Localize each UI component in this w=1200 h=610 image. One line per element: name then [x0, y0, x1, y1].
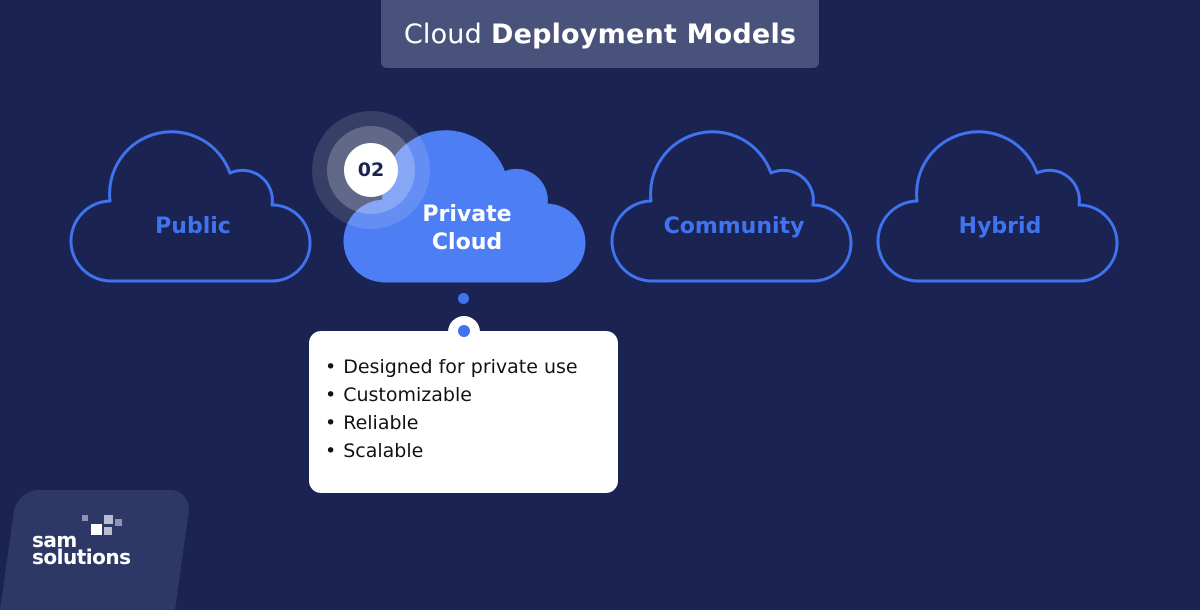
cloud-community-label: Community	[663, 214, 805, 239]
details-item: Reliable	[325, 409, 578, 437]
title-bold: Deployment Models	[490, 18, 797, 50]
cloud-outline-icon	[876, 130, 1119, 283]
details-item: Designed for private use	[325, 353, 577, 381]
cloud-private-label-line2: Cloud	[431, 230, 503, 255]
logo: sam solutions	[32, 530, 131, 569]
details-item: Scalable	[325, 437, 578, 465]
cloud-hybrid[interactable]: Hybrid	[876, 130, 1121, 285]
details-item: Customizable	[325, 381, 578, 409]
connector-dot	[458, 293, 469, 304]
cloud-hybrid-label: Hybrid	[958, 214, 1042, 239]
details-list: Designed for private use Customizable Re…	[325, 353, 578, 465]
cloud-outline-icon	[69, 130, 312, 283]
details-card-pin-dot	[458, 325, 470, 337]
title-banner: Cloud Deployment Models	[381, 0, 819, 68]
cloud-community[interactable]: Community	[610, 130, 855, 285]
cloud-public-label: Public	[155, 214, 231, 239]
cloud-public[interactable]: Public	[69, 130, 314, 285]
logo-line2: solutions	[32, 545, 131, 569]
step-number-badge: 02	[344, 143, 398, 197]
title-regular: Cloud	[403, 18, 482, 50]
cloud-outline-icon	[610, 130, 853, 283]
